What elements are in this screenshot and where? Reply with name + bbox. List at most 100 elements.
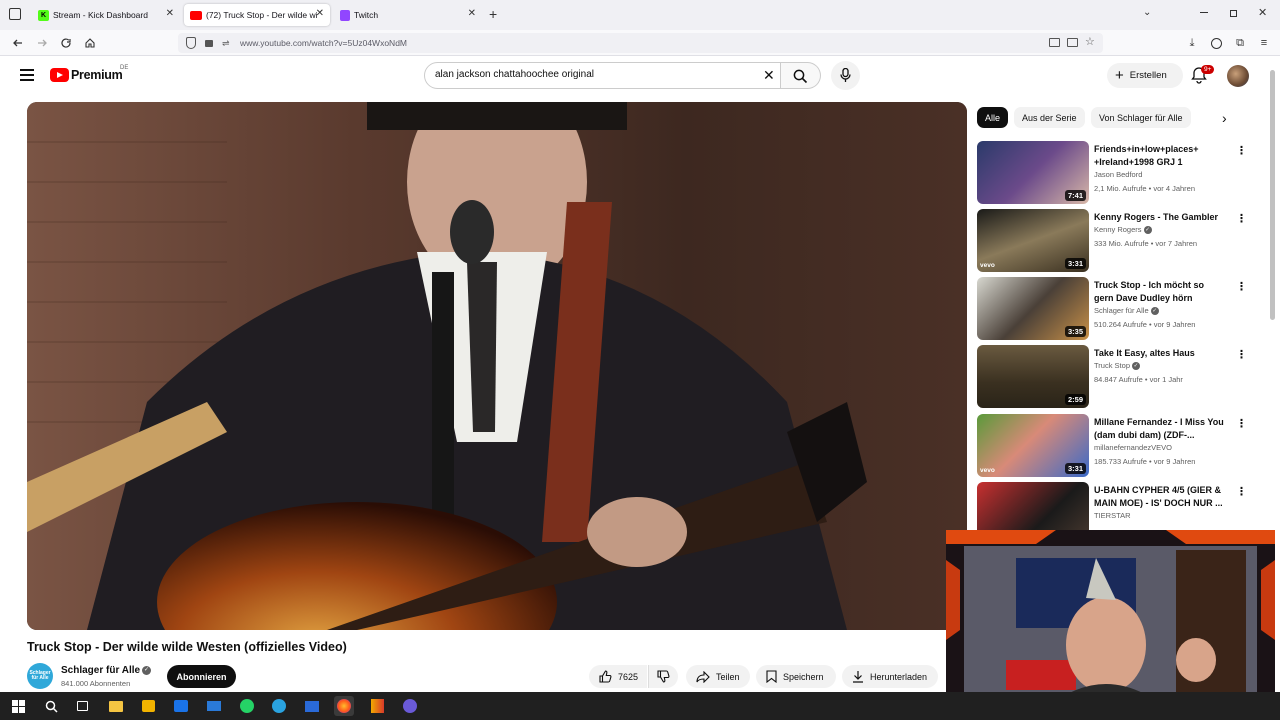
chip-from-channel[interactable]: Von Schlager für Alle	[1091, 107, 1191, 128]
recommendation-title[interactable]: Truck Stop - Ich möcht so gern Dave Dudl…	[1094, 279, 1226, 305]
recommendation-item[interactable]: vevo 3:31 Kenny Rogers - The Gambler Ken…	[977, 209, 1267, 273]
search-icon	[793, 69, 808, 84]
list-tabs-chevron-icon[interactable]: ⌄	[1143, 7, 1151, 18]
obs-icon[interactable]	[400, 696, 420, 716]
windows-taskbar	[0, 692, 1280, 720]
telegram-icon[interactable]	[269, 696, 289, 716]
email-icon[interactable]	[204, 696, 224, 716]
video-thumbnail[interactable]: vevo 3:31	[977, 414, 1089, 477]
tracking-shield-icon[interactable]	[186, 37, 196, 49]
close-window-icon[interactable]: ✕	[1258, 6, 1267, 19]
page-scrollbar[interactable]	[1270, 70, 1275, 320]
outlook-icon[interactable]	[171, 696, 191, 716]
new-tab-icon[interactable]: +	[489, 6, 497, 22]
close-tab-icon[interactable]: ✕	[316, 8, 324, 19]
recommendation-channel[interactable]: Schlager für Alle ✓	[1094, 306, 1159, 316]
recommendation-title[interactable]: Take It Easy, altes Haus	[1094, 347, 1226, 360]
recommendation-channel[interactable]: TIERSTAR	[1094, 511, 1131, 520]
subscribe-button[interactable]: Abonnieren	[167, 665, 236, 688]
account-icon[interactable]	[1208, 35, 1224, 51]
reader-view-icon[interactable]	[1067, 38, 1078, 47]
reload-icon[interactable]	[58, 35, 74, 51]
permissions-icon[interactable]: ⇌	[222, 38, 230, 49]
address-bar[interactable]: ⇌ www.youtube.com/watch?v=5Uz04WxoNdM ☆	[178, 33, 1103, 53]
app-menu-icon[interactable]: ≡	[1256, 35, 1272, 51]
more-options-icon[interactable]: ⋮	[1236, 280, 1247, 293]
chip-from-series[interactable]: Aus der Serie	[1014, 107, 1085, 128]
tab-kick-dashboard[interactable]: K Stream - Kick Dashboard ✕	[32, 4, 180, 26]
more-options-icon[interactable]: ⋮	[1236, 417, 1247, 430]
recommendation-item[interactable]: 7:41 Friends+in+low+places+ +Ireland+199…	[977, 141, 1267, 205]
downloads-icon[interactable]: ⤓	[1184, 35, 1200, 51]
search-icon[interactable]	[41, 696, 61, 716]
thumbs-up-icon	[599, 670, 612, 683]
more-options-icon[interactable]: ⋮	[1236, 144, 1247, 157]
video-thumbnail[interactable]: vevo 3:31	[977, 209, 1089, 272]
like-button[interactable]: 7625	[589, 665, 647, 688]
app-icon[interactable]	[367, 696, 387, 716]
close-tab-icon[interactable]: ✕	[468, 8, 476, 19]
chevron-right-icon[interactable]: ›	[1222, 110, 1227, 126]
minimize-icon[interactable]	[1200, 12, 1208, 13]
dislike-button[interactable]	[648, 665, 678, 688]
tab-youtube-video[interactable]: (72) Truck Stop - Der wilde wilde ✕	[184, 4, 330, 26]
channel-name[interactable]: Schlager für Alle	[61, 665, 140, 676]
forward-icon[interactable]	[34, 35, 50, 51]
channel-avatar[interactable]: Schlager für Alle	[27, 663, 53, 689]
microphone-icon	[840, 68, 851, 82]
verified-check-icon: ✓	[142, 666, 151, 675]
recommendation-title[interactable]: Millane Fernandez - I Miss You (dam dubi…	[1094, 416, 1226, 441]
search-box[interactable]: alan jackson chattahoochee original ✕	[424, 62, 781, 89]
video-thumbnail[interactable]: 3:35	[977, 277, 1089, 340]
recommendation-title[interactable]: Friends+in+low+places+ +Ireland+1998 GRJ…	[1094, 143, 1226, 168]
firefox-icon[interactable]	[334, 696, 354, 716]
extensions-icon[interactable]: ⧉	[1232, 35, 1248, 51]
windows-start-icon[interactable]	[8, 696, 28, 716]
recommendation-channel[interactable]: millanefernandezVEVO	[1094, 443, 1172, 452]
home-icon[interactable]	[82, 35, 98, 51]
user-avatar[interactable]	[1227, 65, 1249, 87]
store-icon[interactable]	[138, 696, 158, 716]
remote-desktop-icon[interactable]	[302, 696, 322, 716]
more-options-icon[interactable]: ⋮	[1236, 348, 1247, 361]
task-view-icon[interactable]	[72, 696, 92, 716]
notifications-badge: 9+	[1201, 65, 1215, 74]
save-button[interactable]: Speichern	[756, 665, 836, 688]
recommendation-channel[interactable]: Jason Bedford	[1094, 170, 1142, 179]
bookmark-star-icon[interactable]: ☆	[1085, 35, 1095, 48]
recommendation-item[interactable]: 2:59 Take It Easy, altes Haus Truck Stop…	[977, 345, 1267, 409]
clear-search-icon[interactable]: ✕	[763, 67, 775, 84]
video-thumbnail[interactable]: 2:59	[977, 345, 1089, 408]
create-button[interactable]: + Erstellen	[1107, 63, 1183, 88]
close-tab-icon[interactable]: ✕	[166, 8, 174, 19]
recommendation-title[interactable]: Kenny Rogers - The Gambler	[1094, 211, 1226, 224]
recommendation-title[interactable]: U-BAHN CYPHER 4/5 (GIER & MAIN MOE) - IS…	[1094, 484, 1226, 509]
search-button[interactable]	[781, 62, 821, 89]
recommendation-item[interactable]: vevo 3:31 Millane Fernandez - I Miss You…	[977, 414, 1267, 478]
verified-check-icon: ✓	[1150, 307, 1159, 316]
download-button[interactable]: Herunterladen	[842, 665, 938, 688]
lock-icon[interactable]	[205, 40, 213, 47]
youtube-logo-text[interactable]: Premium	[71, 68, 123, 82]
recommendation-channel[interactable]: Kenny Rogers ✓	[1094, 225, 1152, 235]
youtube-logo-icon[interactable]	[50, 68, 69, 82]
tab-list-icon[interactable]	[9, 8, 21, 20]
file-explorer-icon[interactable]	[106, 696, 126, 716]
video-player[interactable]	[27, 102, 967, 630]
restore-icon[interactable]	[1230, 10, 1237, 17]
back-icon[interactable]	[10, 35, 26, 51]
recommendation-item[interactable]: 3:35 Truck Stop - Ich möcht so gern Dave…	[977, 277, 1267, 341]
search-input[interactable]: alan jackson chattahoochee original	[435, 69, 594, 80]
more-options-icon[interactable]: ⋮	[1236, 485, 1247, 498]
picture-in-picture-icon[interactable]	[1049, 38, 1060, 47]
voice-search-button[interactable]	[831, 61, 860, 90]
recommendation-channel[interactable]: Truck Stop ✓	[1094, 361, 1140, 371]
tab-twitch[interactable]: Twitch ✕	[334, 4, 482, 26]
hamburger-menu-icon[interactable]	[20, 69, 34, 81]
more-options-icon[interactable]: ⋮	[1236, 212, 1247, 225]
whatsapp-icon[interactable]	[237, 696, 257, 716]
share-button[interactable]: Teilen	[686, 665, 750, 688]
video-thumbnail[interactable]: 7:41	[977, 141, 1089, 204]
chip-all[interactable]: Alle	[977, 107, 1009, 128]
duration-badge: 3:35	[1064, 326, 1086, 337]
